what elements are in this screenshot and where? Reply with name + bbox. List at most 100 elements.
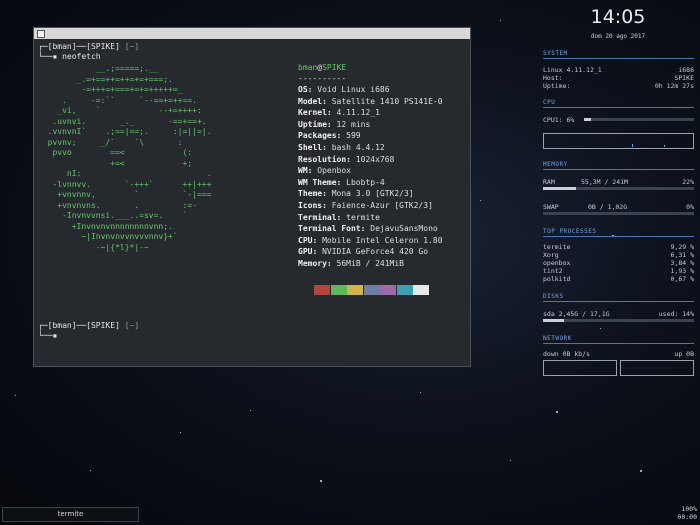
star — [90, 470, 91, 471]
info-row: Uptime: 12 mins — [298, 119, 370, 131]
info-key: Icons — [298, 201, 323, 210]
palette-swatch — [363, 285, 380, 295]
terminal-titlebar[interactable] — [34, 28, 470, 39]
ascii-logo-line: +=< +; — [38, 158, 193, 168]
info-key: CPU — [298, 235, 313, 245]
tray-clock: 00:00 — [677, 513, 697, 521]
system-tray: 100% 00:00 — [677, 505, 697, 521]
process-name: termite — [543, 243, 571, 251]
system-row: Linux 4.11.12_1 i686 — [543, 66, 694, 74]
top-processes-title: TOP PROCESSES — [543, 228, 597, 235]
info-key: WM — [298, 166, 308, 176]
process-name: polkitd — [543, 275, 571, 283]
window-menu-icon[interactable] — [37, 30, 45, 38]
process-cpu: 6,31 % — [670, 251, 694, 259]
disk-bar-fill — [543, 319, 565, 322]
info-key: GPU — [298, 247, 313, 257]
info-value: 4.11.12_1 — [336, 108, 380, 118]
info-key: Resolution — [298, 154, 347, 164]
ram-value: 55,3M / 241M — [581, 178, 628, 186]
info-row: Resolution: 1024x768 — [298, 154, 394, 166]
info-separator: : — [326, 119, 337, 129]
info-separator: : — [346, 154, 356, 164]
info-separator: : — [312, 235, 323, 245]
info-key: Terminal — [298, 212, 337, 222]
info-host: SPIKE — [322, 63, 347, 72]
info-separator: : — [336, 177, 347, 187]
info-value: 599 — [346, 131, 361, 141]
command-line: └──▪ neofetch — [38, 52, 101, 61]
ascii-logo-line: -Invnvvnsi.___..=sv=. ` — [38, 211, 188, 220]
process-row: termite 9,29 % — [543, 243, 694, 251]
palette-swatch — [314, 285, 330, 295]
taskbar-task-termite[interactable]: termite — [2, 507, 139, 522]
cpu-label: CPU1: 6% — [543, 116, 575, 124]
system-row-value: 0h 12m 27s — [654, 82, 694, 90]
info-separator: : — [322, 96, 332, 106]
process-row: Xorg 6,31 % — [543, 251, 694, 259]
clock: 14:05 — [590, 6, 646, 28]
info-row: OS: Void Linux i686 — [298, 84, 390, 96]
top-processes-rule — [543, 236, 694, 237]
star — [15, 395, 16, 396]
upload-graph — [620, 360, 694, 376]
info-row: WM Theme: Lbobtp-4 — [298, 177, 385, 189]
info-value: Openbox — [317, 166, 351, 176]
info-value: DejavuSansMono — [370, 224, 438, 234]
network-title: NETWORK — [543, 335, 572, 342]
info-row: Terminal Font: DejavuSansMono — [298, 223, 438, 235]
star — [250, 410, 251, 411]
info-row: Model: Satellite 1410 PS141E-0 — [298, 96, 443, 108]
cpu-graph-spike — [664, 145, 665, 147]
terminal-window[interactable]: ┌─[bman]──[SPIKE] [~] └──▪ neofetch __.;… — [33, 27, 471, 367]
cpu-graph — [543, 133, 694, 149]
ascii-logo-line: _vi, ` --+=++++: — [38, 106, 202, 115]
prompt-user: bman — [52, 42, 72, 51]
info-key: WM Theme — [298, 177, 337, 187]
memory-rule — [543, 169, 694, 170]
info-value: bash 4.4.12 — [331, 143, 385, 152]
info-value: 12 mins — [336, 119, 371, 129]
swap-pct: 0% — [686, 203, 694, 211]
process-name: openbox — [543, 259, 571, 267]
info-value: Lbobtp-4 — [346, 177, 385, 187]
info-row: WM: Openbox — [298, 165, 351, 177]
swap-label: SWAP — [543, 203, 559, 211]
info-value: termite — [346, 212, 380, 222]
info-row: Kernel: 4.11.12_1 — [298, 107, 380, 119]
cursor-line[interactable]: └──▪ — [38, 331, 62, 340]
ascii-logo-line: .uvnvi. _._ -==+==+. — [38, 116, 207, 126]
info-separator: : — [312, 247, 323, 257]
ascii-logo-line: pvvo ==< (: — [38, 148, 193, 157]
info-separator: : — [322, 201, 332, 210]
info-separator: : — [307, 85, 318, 94]
star — [320, 480, 322, 482]
process-cpu: 3,84 % — [670, 259, 694, 267]
star — [500, 20, 501, 21]
disks-rule — [543, 301, 694, 302]
swap-value: 0B / 1,02G — [588, 203, 628, 211]
ascii-logo-line: +vnvnnv, ` `-|=== — [38, 190, 212, 199]
disk-label: sda 2,45G / 17,1G — [543, 310, 610, 318]
info-key: Packages — [298, 131, 337, 141]
info-separator: : — [360, 224, 371, 234]
info-key: Model — [298, 96, 323, 106]
info-value: Mobile Intel Celeron 1.80 — [322, 235, 443, 245]
ascii-logo-line: .vvnvnI` .;==|==;. :|=||=|. — [38, 127, 212, 136]
ram-label: RAM — [543, 178, 555, 186]
info-separator: : — [307, 166, 318, 176]
info-value: 1024x768 — [355, 154, 395, 164]
system-row-label: Uptime: — [543, 82, 571, 90]
cpu-graph-spike — [632, 144, 633, 147]
system-row-label: Host: — [543, 74, 563, 82]
info-separator: : — [336, 212, 347, 222]
system-row: Host: SPIKE — [543, 74, 694, 82]
info-key: Shell — [298, 143, 323, 152]
ascii-logo-line: +Invnvnvnnnnnnnnvnn;. — [38, 221, 173, 231]
system-rule — [543, 58, 694, 59]
info-key: Terminal Font — [298, 224, 361, 234]
ascii-logo-line: -~|{*l}*|-~ — [38, 242, 149, 252]
ascii-logo-line: pvvnv; _/` `\ : — [38, 137, 183, 147]
prompt-host-2: SPIKE — [90, 321, 116, 330]
info-value: Faience-Azur [GTK2/3] — [331, 201, 433, 210]
